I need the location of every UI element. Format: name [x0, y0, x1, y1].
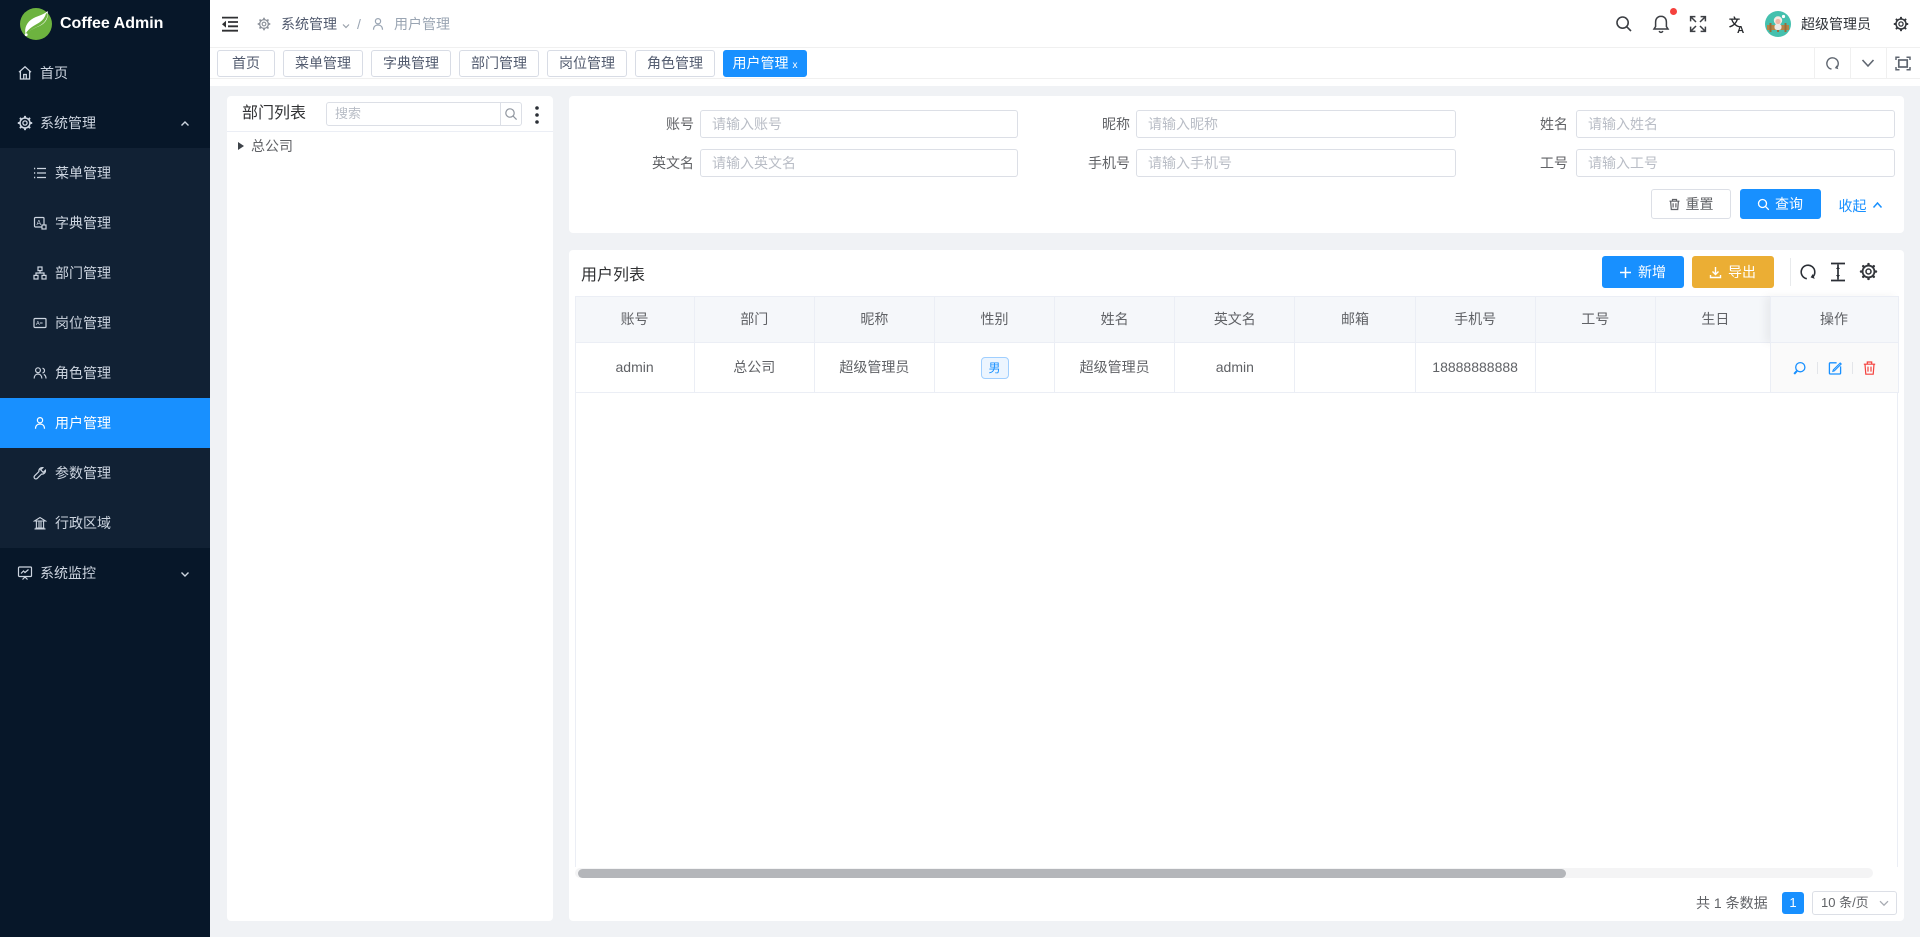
svg-text:A: A	[1737, 25, 1744, 36]
svg-text:A=: A=	[36, 321, 43, 327]
svg-text:A: A	[37, 220, 42, 227]
